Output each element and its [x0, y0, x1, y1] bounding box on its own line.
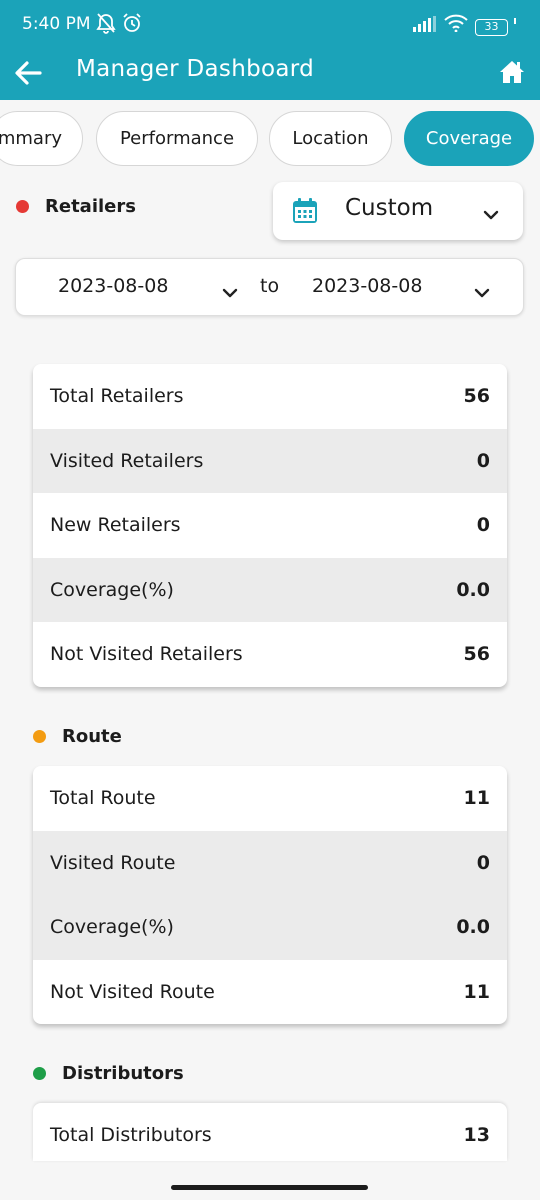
row-label: Not Visited Route	[50, 980, 215, 1003]
row-label: Total Retailers	[50, 385, 184, 408]
table-row: Coverage(%) 0.0	[33, 895, 507, 960]
retailers-card: Total Retailers 56 Visited Retailers 0 New…	[33, 364, 507, 687]
period-dropdown[interactable]: Custom	[273, 182, 523, 240]
row-value: 0.0	[456, 916, 490, 939]
home-icon[interactable]	[498, 58, 526, 86]
chevron-down-icon[interactable]	[474, 281, 490, 303]
row-value: 0.0	[456, 578, 490, 601]
tab-summary[interactable]: mmary	[0, 111, 83, 166]
tab-label: mmary	[0, 128, 62, 149]
period-label: Custom	[345, 195, 434, 221]
route-card: Total Route 11 Visited Route 0 Coverage(%)…	[33, 766, 507, 1024]
row-value: 11	[463, 787, 490, 810]
row-label: Total Route	[50, 787, 156, 810]
table-row: Total Retailers 56	[33, 364, 507, 429]
status-bar: 5:40 PM 33	[0, 0, 540, 46]
distributors-title: Distributors	[62, 1063, 184, 1084]
retailers-section-header: Retailers	[16, 196, 136, 217]
row-label: Coverage(%)	[50, 916, 174, 939]
battery-icon: 33	[475, 15, 517, 36]
row-label: Not Visited Retailers	[50, 643, 243, 666]
calendar-icon	[291, 197, 319, 229]
table-row: Not Visited Retailers 56	[33, 622, 507, 687]
wifi-icon	[444, 14, 468, 36]
row-label: Total Distributors	[50, 1124, 212, 1147]
row-value: 56	[463, 643, 490, 666]
table-row: Visited Route 0	[33, 830, 507, 895]
back-arrow-icon[interactable]	[12, 58, 44, 88]
table-row: Total Distributors 13	[33, 1103, 507, 1161]
status-time: 5:40 PM	[22, 14, 91, 34]
to-date[interactable]: 2023-08-08	[312, 275, 422, 297]
to-label: to	[260, 275, 280, 297]
retailers-title: Retailers	[45, 196, 136, 217]
row-value: 13	[463, 1124, 490, 1147]
app-bar: Manager Dashboard	[0, 46, 540, 100]
tab-label: Coverage	[425, 128, 513, 149]
retailers-dot	[16, 200, 29, 213]
distributors-card: Total Distributors 13	[33, 1103, 507, 1161]
row-value: 0	[476, 851, 490, 874]
table-row: Total Route 11	[33, 766, 507, 831]
notification-muted-icon	[96, 12, 116, 38]
signal-icon	[413, 16, 437, 36]
row-label: Visited Route	[50, 851, 176, 874]
row-value: 11	[463, 980, 490, 1003]
row-label: Visited Retailers	[50, 449, 204, 472]
row-value: 0	[476, 514, 490, 537]
alarm-icon	[121, 12, 143, 38]
row-label: New Retailers	[50, 514, 181, 537]
route-section-header: Route	[33, 726, 122, 747]
tab-label: Performance	[119, 128, 235, 149]
row-label: Coverage(%)	[50, 578, 174, 601]
tab-performance[interactable]: Performance	[96, 111, 258, 166]
date-range-picker: 2023-08-08 to 2023-08-08	[15, 258, 524, 316]
chevron-down-icon	[483, 205, 499, 224]
table-row: New Retailers 0	[33, 493, 507, 558]
chevron-down-icon[interactable]	[222, 281, 238, 303]
distributors-section-header: Distributors	[33, 1063, 184, 1084]
tab-coverage[interactable]: Coverage	[404, 111, 534, 166]
route-title: Route	[62, 726, 122, 747]
route-dot	[33, 730, 46, 743]
from-date[interactable]: 2023-08-08	[58, 275, 168, 297]
page-title: Manager Dashboard	[76, 56, 315, 82]
table-row: Not Visited Route 11	[33, 960, 507, 1025]
tab-label: Location	[292, 128, 369, 149]
row-value: 56	[463, 385, 490, 408]
table-row: Coverage(%) 0.0	[33, 557, 507, 622]
gesture-bar[interactable]	[171, 1185, 368, 1190]
row-value: 0	[476, 449, 490, 472]
distributors-dot	[33, 1067, 46, 1080]
table-row: Visited Retailers 0	[33, 428, 507, 493]
tab-location[interactable]: Location	[269, 111, 392, 166]
